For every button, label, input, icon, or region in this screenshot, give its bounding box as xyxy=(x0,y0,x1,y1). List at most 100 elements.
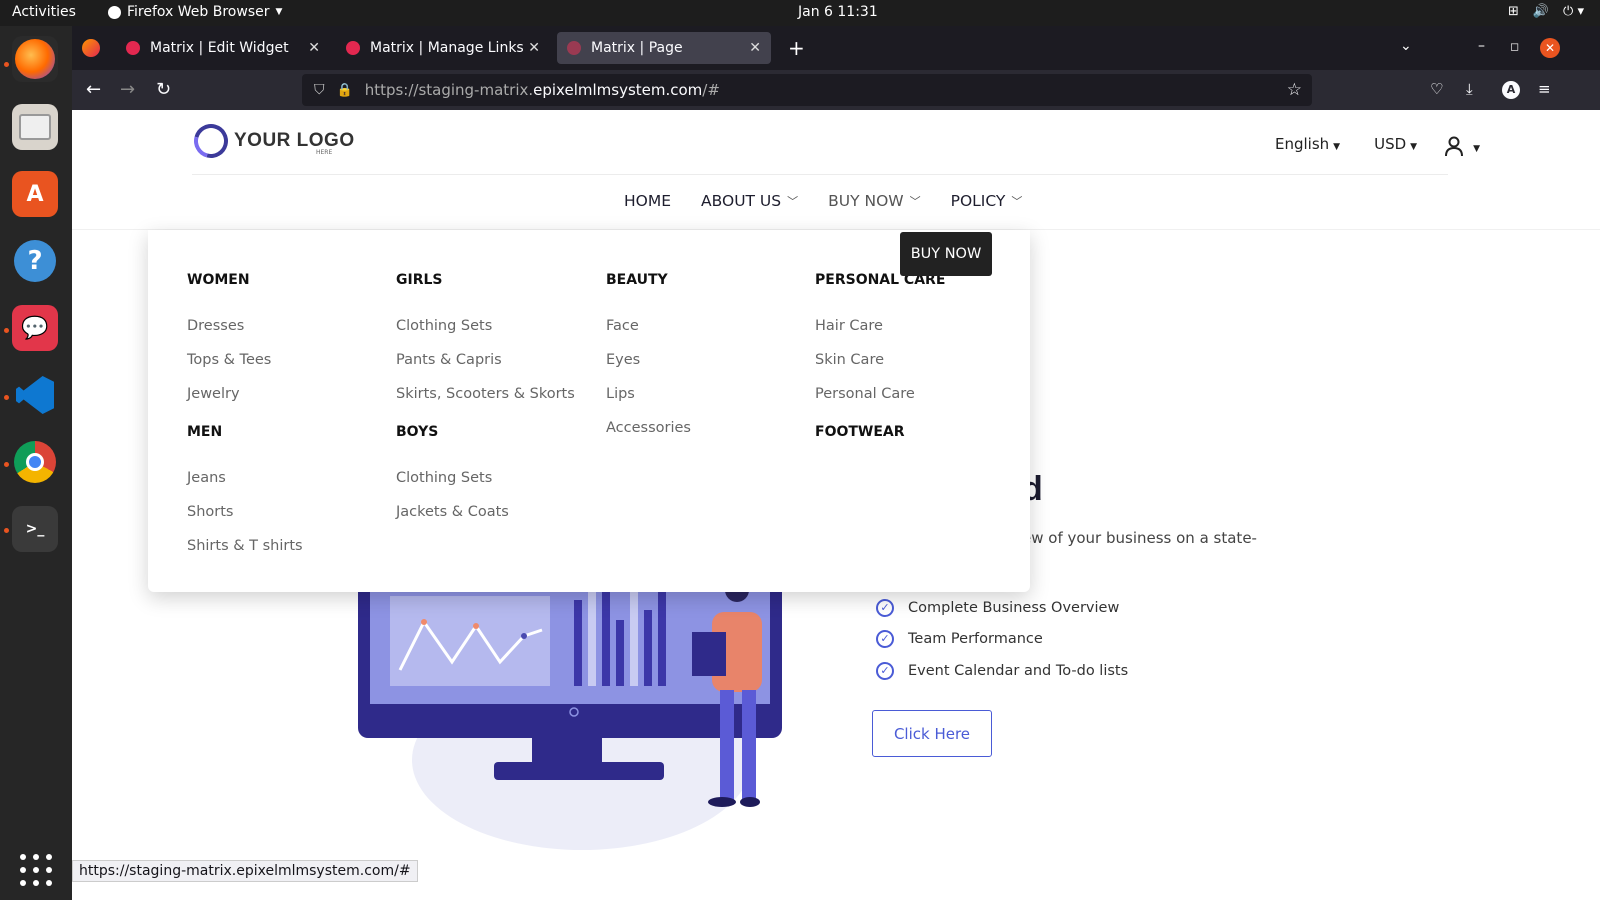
running-indicator xyxy=(4,462,9,467)
terminal-icon[interactable]: >_ xyxy=(12,506,58,552)
menu-link[interactable]: Clothing Sets xyxy=(396,461,596,495)
menu-link[interactable]: Tops & Tees xyxy=(187,343,387,377)
caret-down-icon: ▼ xyxy=(1410,142,1418,153)
menu-column: BEAUTY Face Eyes Lips Accessories xyxy=(606,272,806,458)
nav-about-us[interactable]: ABOUT US ﹀ xyxy=(701,192,798,210)
chevron-down-icon: ﹀ xyxy=(909,195,921,208)
header-controls: English ▼ USD ▼ ▼ xyxy=(1275,132,1480,157)
running-indicator xyxy=(4,395,9,400)
category-girls[interactable]: GIRLS xyxy=(396,272,596,292)
firefox-icon xyxy=(108,5,121,19)
buy-now-mega-menu: WOMEN Dresses Tops & Tees Jewelry MEN Je… xyxy=(148,230,1030,592)
files-icon[interactable] xyxy=(12,104,58,150)
list-all-tabs-button[interactable]: ⌄ xyxy=(1400,38,1412,54)
chevron-down-icon: ﹀ xyxy=(1011,195,1023,208)
logo-mark-icon xyxy=(187,117,235,165)
forward-button[interactable]: → xyxy=(120,79,135,100)
menu-icon[interactable]: ≡ xyxy=(1538,80,1551,98)
header-divider xyxy=(192,174,1448,175)
web-page: YOUR LOGO HERE English ▼ USD ▼ ▼ HOME ABOU… xyxy=(72,110,1600,900)
vscode-icon[interactable] xyxy=(12,372,58,418)
bookmark-star-icon[interactable]: ☆ xyxy=(1287,80,1302,100)
menu-column: PERSONAL CARE Hair Care Skin Care Person… xyxy=(815,272,1015,444)
click-here-button[interactable]: Click Here xyxy=(872,710,992,757)
feature-item: ✓ Complete Business Overview xyxy=(876,592,1128,624)
app-center-icon[interactable]: A xyxy=(12,171,58,217)
close-icon[interactable]: ✕ xyxy=(528,40,540,56)
menu-link[interactable]: Shorts xyxy=(187,495,387,529)
favicon-icon xyxy=(346,41,360,55)
site-logo[interactable]: YOUR LOGO HERE xyxy=(187,117,355,165)
pocket-icon[interactable]: ♡ xyxy=(1430,80,1443,98)
category-women[interactable]: WOMEN xyxy=(187,272,387,292)
clock[interactable]: Jan 6 11:31 xyxy=(798,4,878,20)
menu-link[interactable]: Pants & Capris xyxy=(396,343,596,377)
chat-icon[interactable]: 💬 xyxy=(12,305,58,351)
nav-policy[interactable]: POLICY ﹀ xyxy=(951,192,1023,210)
language-dropdown[interactable]: English ▼ xyxy=(1275,135,1340,153)
menu-link[interactable]: Dresses xyxy=(187,309,387,343)
menu-link[interactable]: Accessories xyxy=(606,411,806,445)
maximize-button[interactable]: ◻ xyxy=(1510,40,1519,53)
category-men[interactable]: MEN xyxy=(187,424,387,444)
power-icon: ⏻ ▾ xyxy=(1563,4,1584,19)
chrome-icon[interactable] xyxy=(12,439,58,485)
account-icon[interactable]: A xyxy=(1502,81,1520,99)
download-icon[interactable]: ⤓ xyxy=(1466,80,1473,98)
url-bar[interactable]: ⛉ 🔒 https://staging-matrix.epixelmlmsyst… xyxy=(302,74,1312,106)
nav-buy-now[interactable]: BUY NOW ﹀ xyxy=(828,192,921,210)
menu-link[interactable]: Eyes xyxy=(606,343,806,377)
nav-home[interactable]: HOME xyxy=(624,192,671,210)
menu-link[interactable]: Lips xyxy=(606,377,806,411)
back-button[interactable]: ← xyxy=(86,79,101,100)
menu-link[interactable]: Face xyxy=(606,309,806,343)
category-beauty[interactable]: BEAUTY xyxy=(606,272,806,292)
menu-link[interactable]: Skin Care xyxy=(815,343,1015,377)
check-circle-icon: ✓ xyxy=(876,630,894,649)
close-icon[interactable]: ✕ xyxy=(749,40,761,56)
tab-edit-widget[interactable]: Matrix | Edit Widget ✕ xyxy=(116,32,330,64)
tab-manage-links[interactable]: Matrix | Manage Links ✕ xyxy=(336,32,550,64)
menu-link[interactable]: Skirts, Scooters & Skorts xyxy=(396,377,596,411)
url-text[interactable]: https://staging-matrix.epixelmlmsystem.c… xyxy=(365,81,720,99)
firefox-dock-icon[interactable] xyxy=(12,36,58,82)
category-boys[interactable]: BOYS xyxy=(396,424,596,444)
tab-label: Matrix | Page xyxy=(591,40,683,56)
caret-down-icon: ▼ xyxy=(1333,142,1341,153)
menu-link[interactable]: Clothing Sets xyxy=(396,309,596,343)
menu-link[interactable]: Jackets & Coats xyxy=(396,495,596,529)
favicon-icon xyxy=(567,41,581,55)
main-navigation: HOME ABOUT US ﹀ BUY NOW ﹀ POLICY ﹀ xyxy=(624,192,1022,210)
system-tray[interactable]: ⊞ 🔊 ⏻ ▾ xyxy=(1508,4,1584,19)
running-indicator xyxy=(4,328,9,333)
feature-item: ✓ Team Performance xyxy=(876,624,1128,656)
help-icon[interactable]: ? xyxy=(12,238,58,284)
shield-icon[interactable]: ⛉ xyxy=(314,82,325,98)
chevron-down-icon: ﹀ xyxy=(787,195,799,208)
minimize-button[interactable]: – xyxy=(1478,38,1485,54)
close-icon[interactable]: ✕ xyxy=(308,40,320,56)
logo-text: YOUR LOGO xyxy=(234,130,355,151)
reload-button[interactable]: ↻ xyxy=(156,79,171,100)
menu-link[interactable]: Hair Care xyxy=(815,309,1015,343)
menu-link[interactable]: Jewelry xyxy=(187,377,387,411)
menu-link[interactable]: Personal Care xyxy=(815,377,1015,411)
volume-icon: 🔊 xyxy=(1532,4,1550,19)
menu-link[interactable]: Shirts & T shirts xyxy=(187,529,387,563)
currency-dropdown[interactable]: USD ▼ xyxy=(1374,135,1417,153)
show-apps-icon[interactable] xyxy=(20,854,52,886)
category-footwear[interactable]: FOOTWEAR xyxy=(815,424,1015,444)
activities-button[interactable]: Activities xyxy=(12,4,76,20)
new-tab-button[interactable]: + xyxy=(788,36,805,60)
tab-page[interactable]: Matrix | Page ✕ xyxy=(557,32,771,64)
lock-icon[interactable]: 🔒 xyxy=(337,83,353,98)
hero-description: ew of your business on a state- xyxy=(1022,529,1257,547)
firefox-view-icon[interactable] xyxy=(82,39,100,57)
favicon-icon xyxy=(126,41,140,55)
feature-list: ✓ Complete Business Overview ✓ Team Perfor… xyxy=(876,592,1128,687)
app-menu[interactable]: Firefox Web Browser ▼ xyxy=(108,4,282,20)
window-close-button[interactable]: ✕ xyxy=(1540,38,1560,58)
user-menu[interactable]: ▼ xyxy=(1443,132,1480,157)
tab-bar: Matrix | Edit Widget ✕ Matrix | Manage L… xyxy=(72,26,1600,70)
menu-link[interactable]: Jeans xyxy=(187,461,387,495)
